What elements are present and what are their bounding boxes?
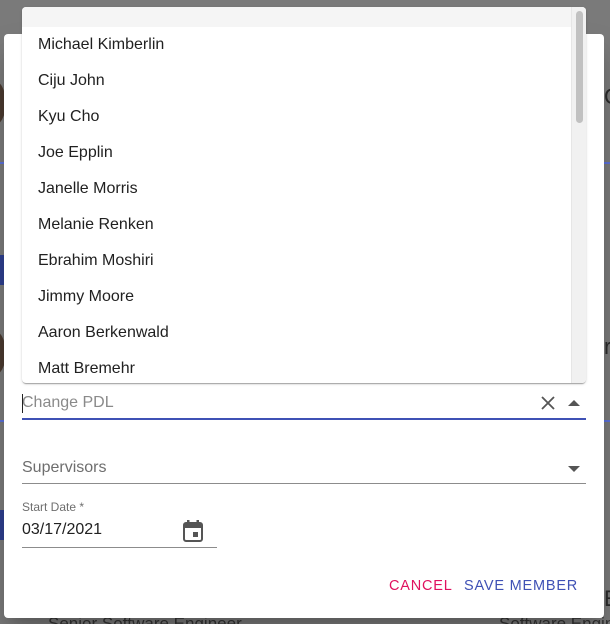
background-link — [604, 152, 610, 164]
pdl-option[interactable]: Ebrahim Moshiri — [22, 243, 586, 279]
pdl-option[interactable]: Kyu Cho — [22, 99, 586, 135]
supervisors-field[interactable]: Supervisors — [22, 452, 586, 484]
scrollbar-thumb[interactable] — [576, 11, 583, 123]
arrow-down-icon[interactable] — [563, 458, 585, 480]
pdl-option[interactable]: Melanie Renken — [22, 207, 586, 243]
change-pdl-field[interactable] — [22, 386, 586, 420]
calendar-icon[interactable] — [182, 519, 206, 543]
background-link — [604, 410, 610, 422]
pdl-options-listbox: Michael Kimberlin Ciju John Kyu Cho Joe Epp… — [22, 7, 586, 383]
change-pdl-input[interactable] — [22, 394, 522, 412]
listbox-scrollbar[interactable] — [571, 7, 586, 383]
pdl-option[interactable]: Janelle Morris — [22, 171, 586, 207]
pdl-option[interactable]: Ciju John — [22, 63, 586, 99]
start-date-field[interactable]: Start Date * 03/17/2021 — [22, 498, 217, 548]
save-member-button[interactable]: SAVE MEMBER — [464, 578, 578, 602]
background-heading: C — [604, 84, 610, 110]
arrow-up-icon[interactable] — [563, 392, 585, 414]
background-heading: r — [604, 334, 610, 359]
pdl-option[interactable]: Joe Epplin — [22, 135, 586, 171]
pdl-option[interactable]: Michael Kimberlin — [22, 27, 586, 63]
start-date-value[interactable]: 03/17/2021 — [22, 521, 102, 539]
pdl-option[interactable]: Jimmy Moore — [22, 279, 586, 315]
list-top-padding — [22, 7, 586, 27]
supervisors-label: Supervisors — [22, 459, 107, 476]
background-heading: E — [604, 586, 610, 612]
pdl-option[interactable]: Matt Bremehr — [22, 351, 586, 383]
text-cursor — [22, 394, 23, 413]
start-date-label: Start Date * — [22, 500, 85, 514]
cancel-button[interactable]: CANCEL — [389, 578, 453, 602]
close-icon[interactable] — [537, 392, 559, 414]
pdl-option[interactable]: Aaron Berkenwald — [22, 315, 586, 351]
